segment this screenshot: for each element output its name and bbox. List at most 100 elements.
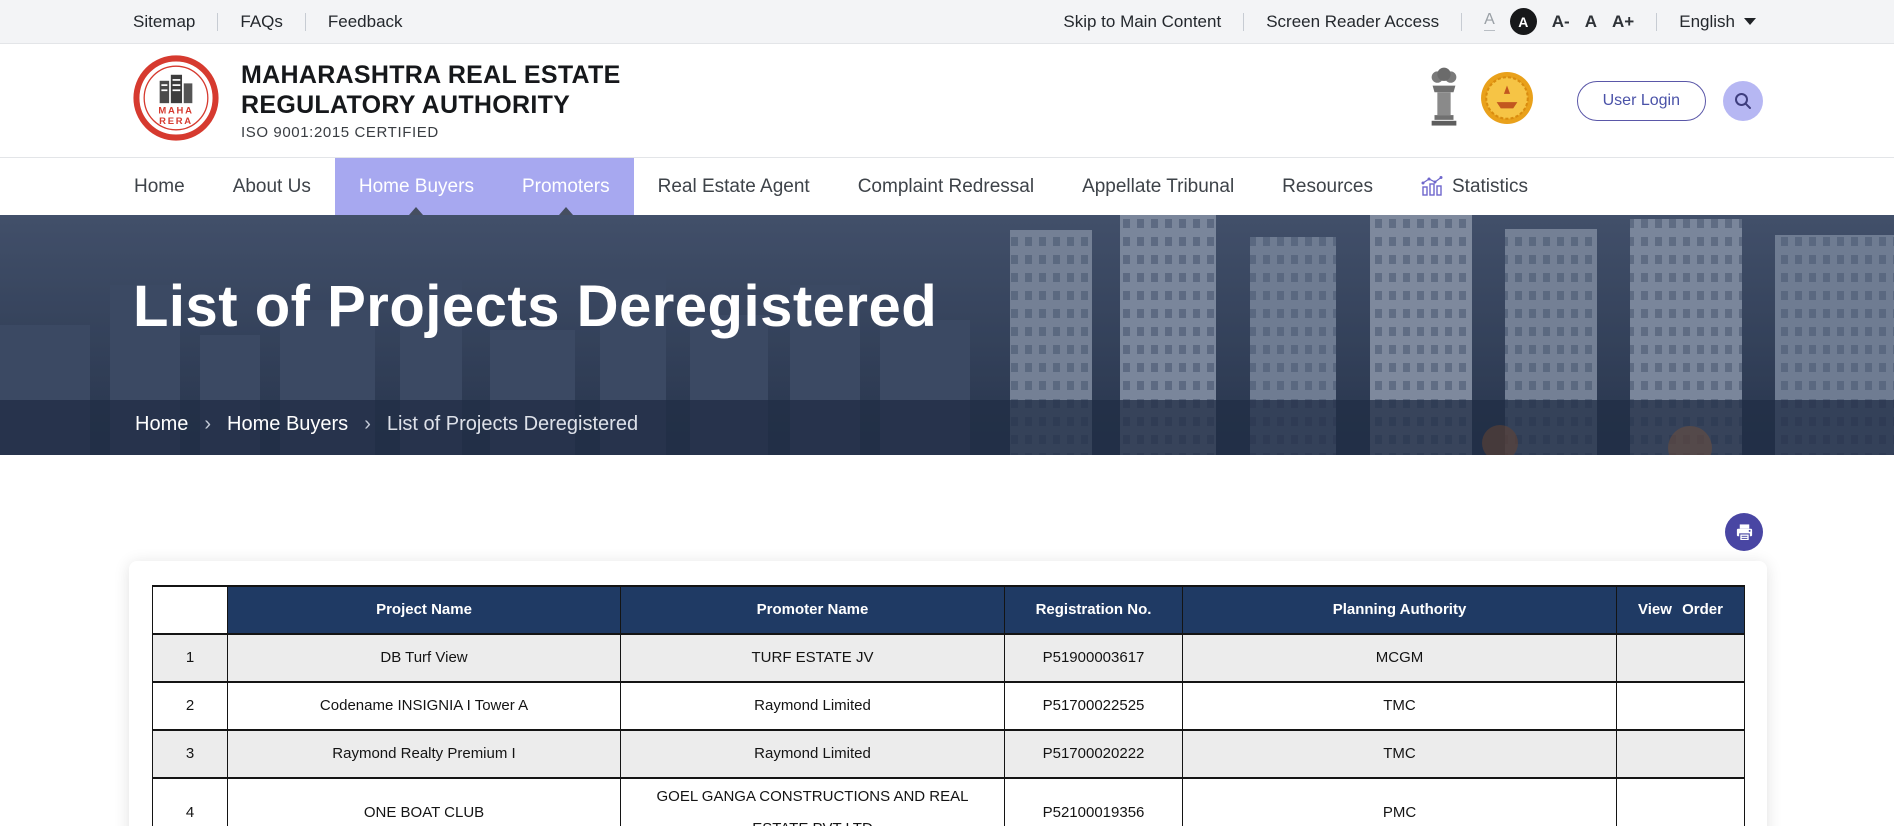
topbar-link-feedback[interactable]: Feedback — [328, 12, 403, 32]
main-content: Project Name Promoter Name Registration No… — [0, 455, 1894, 826]
cell-promoter-name: Raymond Limited — [620, 681, 1005, 731]
page-title: List of Projects Deregistered — [133, 274, 938, 339]
top-utility-bar: Sitemap FAQs Feedback Skip to Main Content… — [0, 0, 1894, 44]
nav-item-appellate-tribunal[interactable]: Appellate Tribunal — [1058, 158, 1258, 215]
breadcrumb-chevron-icon: › — [364, 413, 371, 435]
separator — [217, 12, 219, 31]
breadcrumb-chevron-icon: › — [204, 413, 212, 435]
cell-project-name: DB Turf View — [227, 633, 621, 683]
font-default-button[interactable]: A — [1484, 12, 1495, 31]
separator — [304, 12, 306, 31]
breadcrumb-item-list-of-projects-deregistered: List of Projects Deregistered — [386, 413, 639, 435]
nav-item-resources[interactable]: Resources — [1258, 158, 1397, 215]
svg-text:RERA: RERA — [159, 116, 193, 127]
org-name-line1: MAHARASHTRA REAL ESTATE — [241, 61, 621, 89]
nav-item-real-estate-agent[interactable]: Real Estate Agent — [634, 158, 834, 215]
cell-planning-authority: TMC — [1182, 729, 1617, 779]
brand-text: MAHARASHTRA REAL ESTATE REGULATORY AUTHO… — [241, 60, 621, 141]
cell-view-order — [1616, 633, 1745, 683]
separator — [1243, 12, 1245, 31]
cell-planning-authority: PMC — [1182, 777, 1617, 826]
language-selector[interactable]: English — [1679, 12, 1756, 32]
nav-item-home[interactable]: Home — [110, 158, 209, 215]
contrast-toggle-button[interactable]: A — [1509, 8, 1537, 35]
bar-chart-icon — [1421, 176, 1443, 197]
font-decrease-button[interactable]: A- — [1552, 12, 1570, 32]
cell-planning-authority: TMC — [1182, 681, 1617, 731]
search-button[interactable] — [1723, 80, 1763, 121]
cell-serial: 3 — [152, 729, 228, 779]
font-increase-button[interactable]: A+ — [1612, 12, 1634, 32]
print-button[interactable] — [1725, 513, 1763, 551]
cell-planning-authority: MCGM — [1182, 633, 1617, 683]
nav-item-label: Appellate Tribunal — [1082, 175, 1235, 197]
svg-text:MAHA: MAHA — [158, 105, 193, 116]
topbar-right: Skip to Main Content Screen Reader Acces… — [1063, 8, 1756, 35]
nav-item-complaint-redressal[interactable]: Complaint Redressal — [834, 158, 1058, 215]
table-row: 2 Codename INSIGNIA I Tower A Raymond Limi… — [152, 681, 1745, 731]
nav-item-promoters[interactable]: Promoters — [497, 158, 634, 215]
cell-registration-no: P51900003617 — [1004, 633, 1183, 683]
nav-item-label: About Us — [232, 175, 311, 197]
brand: MAHA RERA MAHARASHTRA REAL ESTATE REGULA… — [133, 55, 621, 146]
header-cell-project-name: Project Name — [227, 585, 621, 635]
table-row: 1 DB Turf View TURF ESTATE JV P51900003617 M… — [152, 633, 1745, 683]
search-icon — [1735, 92, 1751, 109]
header-cell-promoter-name: Promoter Name — [620, 585, 1005, 635]
cell-serial: 2 — [152, 681, 228, 731]
ashoka-emblem-icon — [1425, 66, 1463, 135]
chevron-down-icon — [1744, 18, 1756, 25]
nav-item-label: Statistics — [1452, 175, 1529, 197]
org-name-line2: REGULATORY AUTHORITY — [241, 91, 571, 119]
cell-view-order — [1616, 777, 1745, 826]
deregistered-projects-card: Project Name Promoter Name Registration No… — [129, 561, 1767, 826]
nav-item-label: Home — [134, 175, 185, 197]
printer-icon — [1736, 523, 1752, 541]
cell-registration-no: P51700022525 — [1004, 681, 1183, 731]
cell-registration-no: P51700020222 — [1004, 729, 1183, 779]
nav-item-label: Real Estate Agent — [657, 175, 810, 197]
header-right: User Login — [1425, 66, 1763, 135]
topbar-links: Sitemap FAQs Feedback — [133, 12, 403, 32]
cell-promoter-name: Raymond Limited — [620, 729, 1005, 779]
header-cell-index — [152, 585, 228, 635]
deregistered-projects-table: Project Name Promoter Name Registration No… — [152, 585, 1745, 826]
topbar-link-faqs[interactable]: FAQs — [240, 12, 283, 32]
font-size-controls: A A A- A A+ — [1484, 8, 1634, 35]
skip-to-content-link[interactable]: Skip to Main Content — [1063, 12, 1221, 32]
nav-item-home-buyers[interactable]: Home Buyers — [334, 158, 498, 215]
separator — [1461, 12, 1463, 31]
topbar-link-sitemap[interactable]: Sitemap — [133, 12, 195, 32]
nav-item-about-us[interactable]: About Us — [209, 158, 335, 215]
cell-registration-no: P52100019356 — [1004, 777, 1183, 826]
breadcrumb: Home › Home Buyers › List of Projects Deregi… — [135, 413, 638, 436]
table-head: Project Name Promoter Name Registration No… — [152, 585, 1745, 635]
separator — [1656, 12, 1658, 31]
user-login-button[interactable]: User Login — [1576, 80, 1706, 121]
maharera-logo: MAHA RERA — [133, 55, 219, 146]
cell-promoter-name: TURF ESTATE JV — [620, 633, 1005, 683]
language-label: English — [1679, 11, 1735, 31]
cell-view-order — [1616, 729, 1745, 779]
nav-item-label: Resources — [1282, 175, 1373, 197]
cell-project-name: ONE BOAT CLUB — [227, 777, 621, 826]
cell-project-name: Raymond Realty Premium I — [227, 729, 621, 779]
main-nav: Home About Us Home Buyers Promoters Real Est… — [0, 157, 1894, 215]
breadcrumb-item-home-buyers[interactable]: Home Buyers — [227, 413, 348, 436]
cell-promoter-name: GOEL GANGA CONSTRUCTIONS AND REAL ESTATE… — [620, 777, 1005, 826]
font-normal-button[interactable]: A — [1585, 12, 1597, 32]
breadcrumb-item-home[interactable]: Home — [135, 413, 188, 436]
screen-reader-access-link[interactable]: Screen Reader Access — [1266, 12, 1439, 32]
cell-view-order — [1616, 681, 1745, 731]
hero-banner: List of Projects Deregistered Home › Home … — [0, 215, 1894, 455]
nav-item-label: Home Buyers — [358, 175, 474, 197]
cell-project-name: Codename INSIGNIA I Tower A — [227, 681, 621, 731]
header-cell-registration-no: Registration No. — [1004, 585, 1183, 635]
nav-item-label: Complaint Redressal — [857, 175, 1035, 197]
table-header-row: Project Name Promoter Name Registration No… — [152, 585, 1745, 635]
nav-item-statistics[interactable]: Statistics — [1397, 158, 1552, 215]
cell-serial: 4 — [152, 777, 228, 826]
table-row: 3 Raymond Realty Premium I Raymond Limited… — [152, 729, 1745, 779]
table-body: 1 DB Turf View TURF ESTATE JV P51900003617 M… — [152, 633, 1745, 826]
table-row: 4 ONE BOAT CLUB GOEL GANGA CONSTRUCTIONS A… — [152, 777, 1745, 826]
